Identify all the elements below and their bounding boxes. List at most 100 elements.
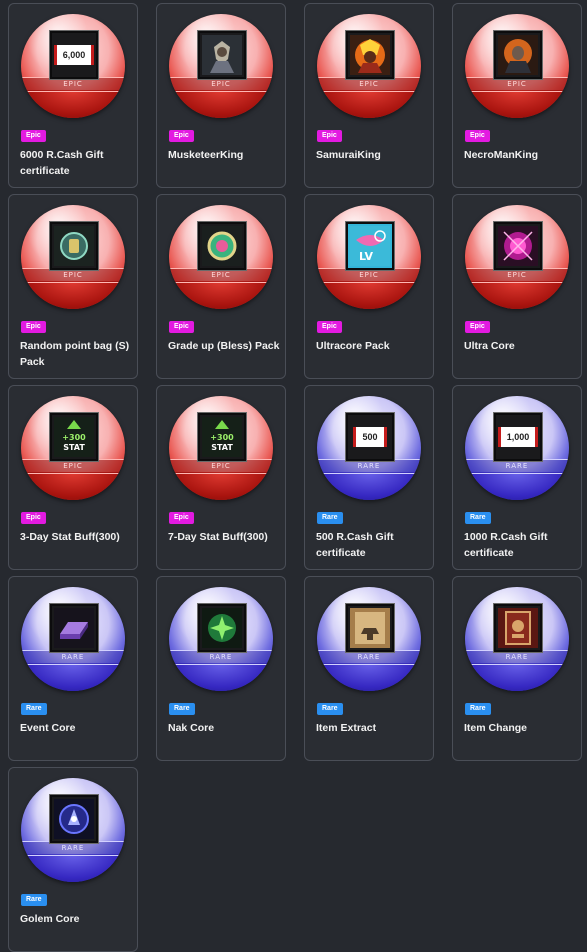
grade-band: EPIC (21, 459, 125, 474)
item-card[interactable]: EPIC 6,000 Epic 6000 R.Cash Gift certifi… (8, 3, 138, 188)
purple-ingot-icon (50, 604, 98, 652)
ticket-icon: 500 (346, 413, 394, 461)
item-name: 500 R.Cash Gift certificate (316, 531, 394, 559)
grade-band: EPIC (21, 268, 125, 283)
rare-orb: RARE (169, 587, 273, 691)
item-card[interactable]: EPIC +300 STAT Epic 7-Day Stat Buff(300) (156, 385, 286, 570)
item-card[interactable]: EPIC Epic Ultra Core (452, 194, 582, 379)
grade-band: EPIC (169, 459, 273, 474)
grade-badge: Epic (465, 321, 490, 333)
ticket-icon: 6,000 (50, 31, 98, 79)
grade-badge: Epic (21, 512, 46, 524)
item-name: Ultra Core (464, 340, 515, 352)
ticket-value: 6,000 (53, 45, 95, 65)
grade-badge: Epic (317, 321, 342, 333)
epic-orb: EPIC (21, 205, 125, 309)
item-card[interactable]: EPIC Epic Grade up (Bless) Pack (156, 194, 286, 379)
ticket-value: 1,000 (497, 427, 539, 447)
musketeer-king-portrait-icon (198, 31, 246, 79)
grade-badge: Epic (169, 321, 194, 333)
stat-buff-icon: +300 STAT (50, 413, 98, 461)
item-name: 7-Day Stat Buff(300) (168, 531, 268, 543)
item-card[interactable]: EPIC Epic Random point bag (S) Pack (8, 194, 138, 379)
grade-band: RARE (465, 650, 569, 665)
item-card[interactable]: RARE Rare Nak Core (156, 576, 286, 761)
epic-orb: EPIC (169, 205, 273, 309)
item-name: MusketeerKing (168, 149, 244, 161)
grade-band: RARE (21, 650, 125, 665)
item-name: 1000 R.Cash Gift certificate (464, 531, 548, 559)
grade-badge: Epic (21, 130, 46, 142)
epic-orb: EPIC (465, 14, 569, 118)
grade-badge: Epic (169, 130, 194, 142)
lv-label: LV (359, 250, 373, 263)
item-card[interactable]: RARE 1,000 Rare 1000 R.Cash Gift certifi… (452, 385, 582, 570)
item-name: 6000 R.Cash Gift certificate (20, 149, 104, 177)
grade-band: EPIC (317, 268, 421, 283)
grade-band: RARE (465, 459, 569, 474)
grade-band: EPIC (21, 77, 125, 92)
grade-band: EPIC (465, 77, 569, 92)
epic-orb: EPIC (317, 14, 421, 118)
item-card[interactable]: RARE Rare Item Extract (304, 576, 434, 761)
epic-orb: EPIC (465, 205, 569, 309)
grade-badge: Rare (21, 703, 47, 715)
item-name: Golem Core (20, 913, 80, 925)
ticket-icon: 1,000 (494, 413, 542, 461)
stat-buff-icon: +300 STAT (198, 413, 246, 461)
stat-plus-label: +300 (210, 433, 234, 442)
ultra-core-icon (494, 222, 542, 270)
golem-core-icon (50, 795, 98, 843)
item-card[interactable]: RARE Rare Golem Core (8, 767, 138, 952)
epic-orb: EPIC LV (317, 205, 421, 309)
grade-badge: Rare (21, 894, 47, 906)
epic-orb: EPIC +300 STAT (21, 396, 125, 500)
grade-up-orb-icon (198, 222, 246, 270)
item-card[interactable]: EPIC Epic NecroManKing (452, 3, 582, 188)
item-card[interactable]: RARE Rare Event Core (8, 576, 138, 761)
item-name: Item Change (464, 722, 528, 734)
epic-orb: EPIC (169, 14, 273, 118)
rare-orb: RARE 1,000 (465, 396, 569, 500)
item-grid: EPIC 6,000 Epic 6000 R.Cash Gift certifi… (8, 3, 583, 952)
grade-badge: Epic (317, 130, 342, 142)
rare-orb: RARE 500 (317, 396, 421, 500)
grade-badge: Rare (317, 703, 343, 715)
samurai-king-portrait-icon (346, 31, 394, 79)
item-card[interactable]: EPIC Epic SamuraiKing (304, 3, 434, 188)
item-name: SamuraiKing (316, 149, 381, 161)
grade-band: RARE (317, 459, 421, 474)
grade-band: EPIC (317, 77, 421, 92)
item-card[interactable]: EPIC Epic MusketeerKing (156, 3, 286, 188)
item-card[interactable]: RARE Rare Item Change (452, 576, 582, 761)
item-name: Item Extract (316, 722, 377, 734)
stat-plus-label: +300 (62, 433, 86, 442)
item-card[interactable]: RARE 500 Rare 500 R.Cash Gift certificat… (304, 385, 434, 570)
grade-band: RARE (317, 650, 421, 665)
item-name: NecroManKing (464, 149, 539, 161)
grade-badge: Rare (169, 703, 195, 715)
item-name: Nak Core (168, 722, 215, 734)
rare-orb: RARE (21, 587, 125, 691)
grade-band: RARE (21, 841, 125, 856)
ultracore-level-icon: LV (346, 222, 394, 270)
item-name: Random point bag (S) Pack (20, 340, 130, 368)
grade-band: EPIC (169, 77, 273, 92)
item-card[interactable]: EPIC +300 STAT Epic 3-Day Stat Buff(300) (8, 385, 138, 570)
epic-orb: EPIC +300 STAT (169, 396, 273, 500)
ticket-value: 500 (353, 427, 387, 447)
grade-band: EPIC (169, 268, 273, 283)
rare-orb: RARE (317, 587, 421, 691)
grade-badge: Rare (317, 512, 343, 524)
item-name: 3-Day Stat Buff(300) (20, 531, 120, 543)
item-card[interactable]: EPIC LV Epic Ultracore Pack (304, 194, 434, 379)
stat-label: STAT (211, 443, 233, 452)
rare-orb: RARE (465, 587, 569, 691)
grade-badge: Epic (465, 130, 490, 142)
green-nak-core-icon (198, 604, 246, 652)
point-bag-icon (50, 222, 98, 270)
rare-orb: RARE (21, 778, 125, 882)
item-change-card-icon (494, 604, 542, 652)
item-name: Grade up (Bless) Pack (168, 340, 280, 352)
grade-badge: Epic (21, 321, 46, 333)
